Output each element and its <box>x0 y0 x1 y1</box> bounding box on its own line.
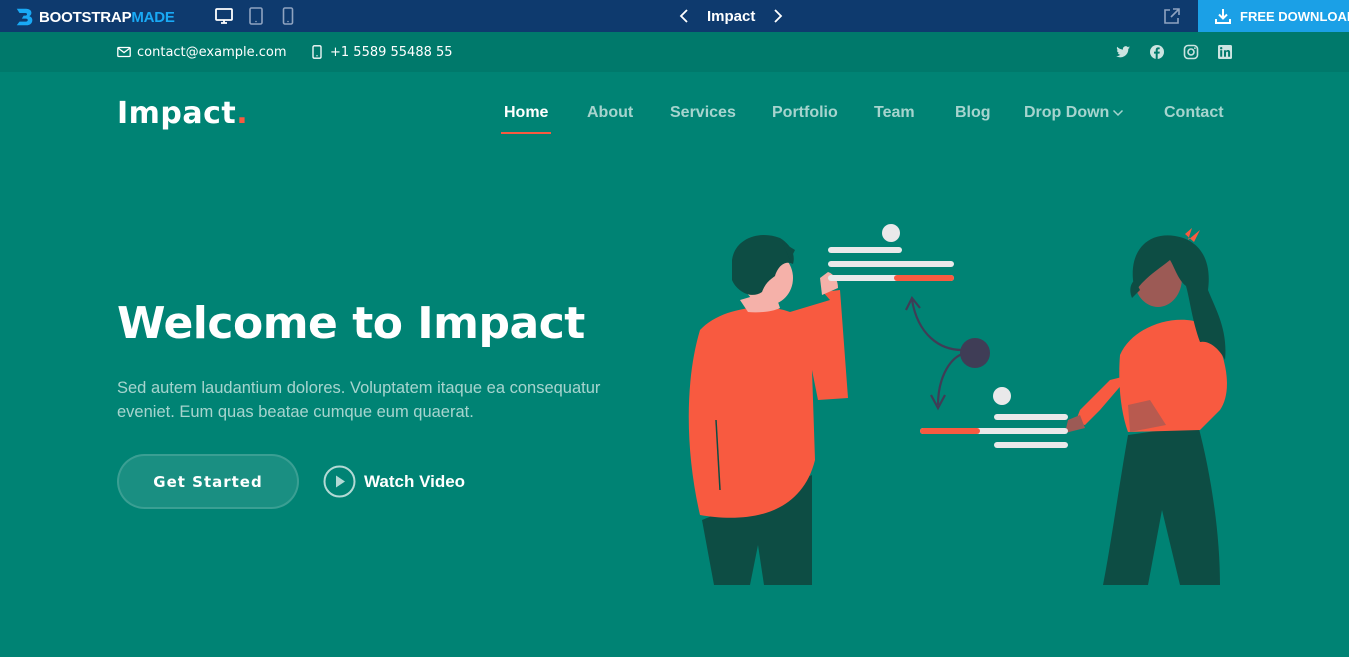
phone-icon <box>312 45 322 59</box>
previous-theme-button[interactable] <box>675 6 693 26</box>
email-text: contact@example.com <box>137 44 287 60</box>
instagram-icon <box>1183 44 1199 60</box>
linkedin-icon <box>1218 45 1232 59</box>
open-external-button[interactable] <box>1162 6 1182 26</box>
chevron-left-icon <box>679 9 688 23</box>
watch-video-label: Watch Video <box>364 471 466 491</box>
twitter-link[interactable] <box>1115 44 1131 60</box>
nav-item-portfolio[interactable]: Portfolio <box>772 104 838 122</box>
theme-switcher: Impact <box>675 5 787 27</box>
instagram-link[interactable] <box>1183 44 1199 60</box>
theme-title: Impact <box>707 7 756 25</box>
mobile-view-button[interactable] <box>278 6 298 26</box>
bottom-card-graphic <box>920 387 1068 448</box>
bootstrapmade-icon <box>16 8 33 26</box>
free-download-button[interactable]: FREE DOWNLOAD <box>1198 0 1349 32</box>
download-icon <box>1215 9 1231 24</box>
play-icon <box>323 465 356 498</box>
top-card-graphic <box>828 224 954 281</box>
exchange-arrows-graphic <box>905 295 963 411</box>
desktop-view-button[interactable] <box>214 6 234 26</box>
nav-item-home[interactable]: Home <box>500 104 552 134</box>
nav-item-team[interactable]: Team <box>874 104 915 122</box>
facebook-link[interactable] <box>1149 44 1165 60</box>
connector-dot <box>960 338 990 368</box>
external-link-icon <box>1164 8 1180 24</box>
man-figure <box>688 234 848 585</box>
tablet-view-button[interactable] <box>246 6 266 26</box>
chevron-down-icon <box>1113 109 1124 116</box>
free-download-label: FREE DOWNLOAD <box>1240 8 1349 24</box>
envelope-icon <box>117 46 131 58</box>
phone-text: +1 5589 55488 55 <box>330 44 453 60</box>
twitter-icon <box>1116 46 1130 58</box>
facebook-icon <box>1150 45 1164 59</box>
hero-description: Sed autem laudantium dolores. Voluptatem… <box>117 379 601 421</box>
bootstrapmade-wordmark: BOOTSTRAPMADE <box>39 8 175 26</box>
nav-item-about[interactable]: About <box>587 104 633 122</box>
nav-item-services[interactable]: Services <box>670 104 736 122</box>
next-theme-button[interactable] <box>769 6 787 26</box>
chevron-right-icon <box>774 9 783 23</box>
desktop-icon <box>215 8 233 24</box>
topbar: contact@example.com +1 5589 55488 55 <box>0 32 1349 72</box>
bootstrapmade-logo[interactable]: BOOTSTRAPMADE <box>14 6 175 28</box>
hero-illustration <box>688 224 1227 585</box>
main-nav: Home About Services Portfolio Team Blog … <box>0 104 1349 134</box>
dropdown-label: Drop Down <box>1024 104 1110 121</box>
nav-item-contact[interactable]: Contact <box>1164 104 1224 122</box>
nav-item-dropdown[interactable]: Drop Down <box>1024 104 1124 122</box>
contact-email[interactable]: contact@example.com <box>117 42 287 62</box>
woman-figure <box>1065 228 1227 585</box>
linkedin-link[interactable] <box>1217 44 1233 60</box>
hero-title: Welcome to Impact <box>117 298 585 349</box>
mobile-icon <box>282 7 294 25</box>
tablet-icon <box>249 7 263 25</box>
get-started-button[interactable]: Get Started <box>117 454 299 509</box>
nav-item-blog[interactable]: Blog <box>955 104 991 122</box>
preview-bar: BOOTSTRAPMADE Impact FREE DOWNLOAD <box>0 0 1349 32</box>
watch-video-button[interactable]: Watch Video <box>323 465 465 498</box>
contact-phone[interactable]: +1 5589 55488 55 <box>310 42 453 62</box>
